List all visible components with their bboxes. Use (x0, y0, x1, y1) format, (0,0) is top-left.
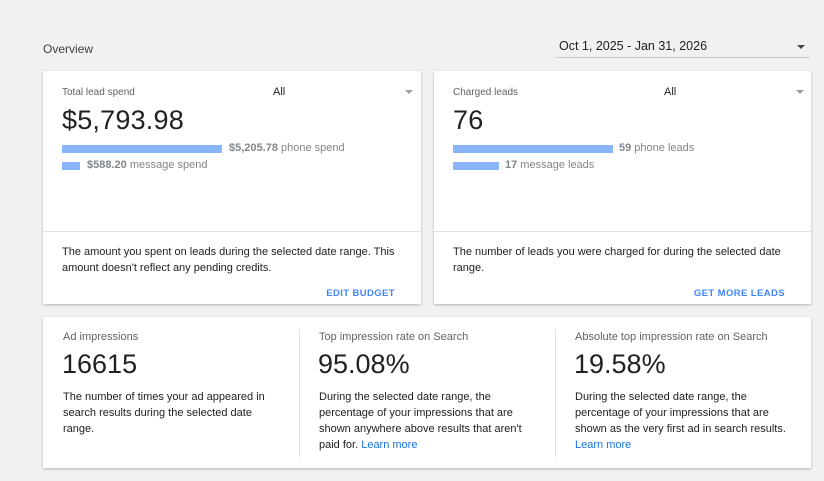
lead-spend-filter-dropdown[interactable]: All (273, 86, 413, 102)
date-range-selector[interactable]: Oct 1, 2025 - Jan 31, 2026 (555, 37, 810, 58)
lead-spend-summary: Total lead spend All $5,793.98 $5,205.78… (43, 71, 421, 232)
charged-leads-card: Charged leads All 76 59 phone leads 17 m… (434, 71, 811, 304)
message-leads-amount: 17 (505, 159, 518, 171)
phone-leads-text: phone leads (631, 142, 695, 154)
phone-leads-bar (453, 145, 613, 153)
lead-spend-description: The amount you spent on leads during the… (62, 246, 395, 274)
impressions-card: Ad impressions 16615 The number of times… (43, 317, 811, 468)
absolute-top-impression-rate-label: Absolute top impression rate on Search (575, 331, 768, 343)
phone-spend-bar (62, 145, 222, 153)
message-spend-bar (62, 162, 80, 170)
date-range-text: Oct 1, 2025 - Jan 31, 2026 (559, 39, 708, 53)
phone-spend-amount: $5,205.78 (229, 142, 278, 154)
message-spend-label: $588.20 message spend (87, 159, 207, 171)
page-title: Overview (43, 42, 94, 56)
ad-impressions-value: 16615 (62, 349, 138, 379)
message-leads-text: message leads (517, 159, 595, 171)
charged-leads-value: 76 (453, 105, 484, 135)
absolute-top-impression-rate-description: During the selected date range, the perc… (575, 389, 795, 453)
phone-spend-text: phone spend (277, 142, 345, 154)
message-spend-amount: $588.20 (87, 159, 127, 171)
message-spend-text: message spend (126, 159, 208, 171)
charged-leads-filter-value: All (664, 86, 677, 98)
phone-leads-label: 59 phone leads (619, 142, 694, 154)
ad-impressions-description-text: The number of times your ad appeared in … (63, 391, 265, 435)
top-impression-rate-description: During the selected date range, the perc… (319, 389, 539, 453)
chevron-down-icon (797, 45, 805, 49)
absolute-top-learn-more-link[interactable]: Learn more (575, 439, 631, 451)
ad-impressions-metric: Ad impressions 16615 The number of times… (43, 317, 299, 468)
get-more-leads-button[interactable]: GET MORE LEADS (694, 288, 785, 299)
lead-spend-card: Total lead spend All $5,793.98 $5,205.78… (43, 71, 421, 304)
ad-impressions-label: Ad impressions (63, 331, 139, 343)
dropdown-arrow-icon (405, 90, 413, 94)
ad-impressions-description: The number of times your ad appeared in … (63, 389, 283, 437)
top-impression-rate-metric: Top impression rate on Search 95.08% Dur… (299, 317, 555, 468)
message-leads-label: 17 message leads (505, 159, 594, 171)
absolute-top-impression-rate-metric: Absolute top impression rate on Search 1… (555, 317, 811, 468)
top-impression-rate-description-text: During the selected date range, the perc… (319, 391, 522, 451)
absolute-top-impression-rate-description-text: During the selected date range, the perc… (575, 391, 786, 435)
absolute-top-impression-rate-value: 19.58% (574, 349, 666, 379)
charged-leads-label: Charged leads (453, 87, 519, 98)
lead-spend-label: Total lead spend (62, 87, 135, 98)
message-leads-bar (453, 162, 499, 170)
charged-leads-summary: Charged leads All 76 59 phone leads 17 m… (434, 71, 811, 232)
lead-spend-filter-value: All (273, 86, 286, 98)
charged-leads-description: The number of leads you were charged for… (453, 246, 781, 274)
top-impression-learn-more-link[interactable]: Learn more (361, 439, 417, 451)
top-impression-rate-value: 95.08% (318, 349, 410, 379)
dropdown-arrow-icon (796, 90, 804, 94)
top-impression-rate-label: Top impression rate on Search (319, 331, 469, 343)
charged-leads-filter-dropdown[interactable]: All (664, 86, 804, 102)
phone-spend-label: $5,205.78 phone spend (229, 142, 345, 154)
phone-leads-amount: 59 (619, 142, 632, 154)
lead-spend-value: $5,793.98 (62, 105, 184, 135)
edit-budget-button[interactable]: EDIT BUDGET (326, 288, 395, 299)
